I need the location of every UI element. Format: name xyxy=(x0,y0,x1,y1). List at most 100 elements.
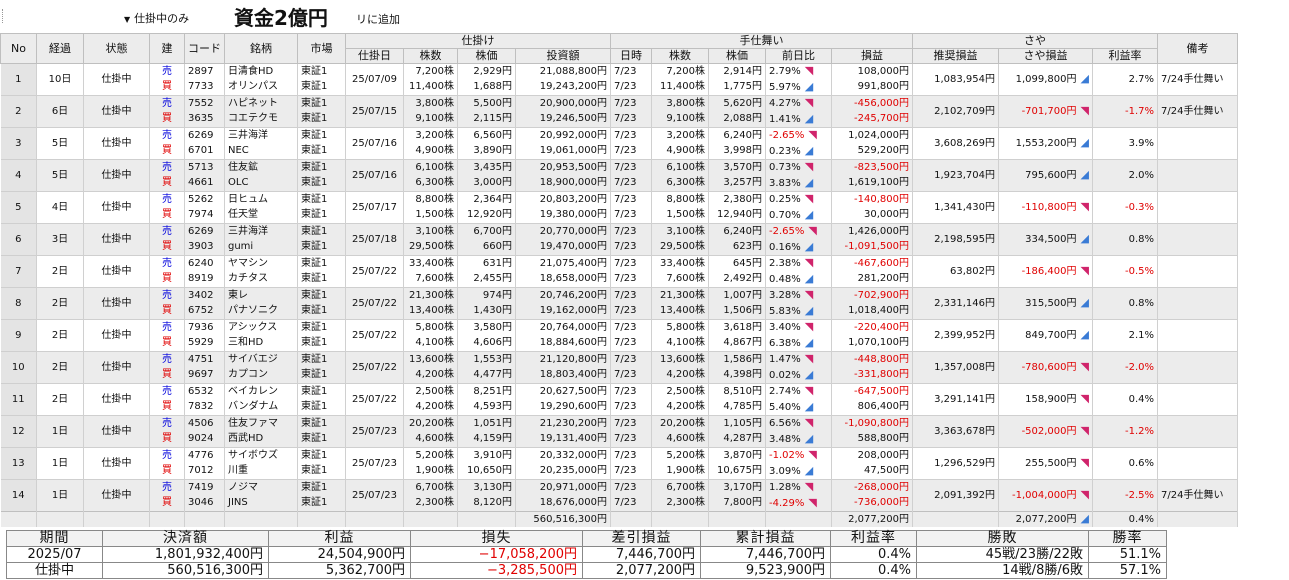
table-row[interactable]: 8 2日 仕掛中売 3402 東レ 東証1 25/07/22 21,300株 974円 20,74… xyxy=(0,287,1238,320)
spread-pnl-value: -502,000円 xyxy=(1021,426,1077,437)
cell-no: 3 xyxy=(0,127,37,160)
cell-profit-rate: -0.3% xyxy=(1092,191,1158,224)
col-pnl[interactable]: 損益 xyxy=(831,48,913,64)
col-close-shares[interactable]: 株数 xyxy=(651,48,709,64)
cell-name: ベイカレン xyxy=(224,383,298,400)
cell-close-shares: 3,800株 xyxy=(651,95,709,112)
table-row[interactable]: 10 2日 仕掛中売 4751 サイバエジ 東証1 25/07/22 13,600株 1,553… xyxy=(0,351,1238,384)
cell-side: 買 xyxy=(149,463,185,480)
col-open-date[interactable]: 仕掛日 xyxy=(345,48,404,64)
table-row[interactable]: 13 1日 仕掛中売 4776 サイボウズ 東証1 25/07/23 5,200株 3,910円… xyxy=(0,447,1238,480)
cell-pnl: 281,200円 xyxy=(831,271,913,288)
cell-amount: 20,770,000円 xyxy=(515,223,611,240)
table-row[interactable]: 11 2日 仕掛中売 6532 ベイカレン 東証1 25/07/22 2,500株 8,251円… xyxy=(0,383,1238,416)
table-row[interactable]: 6 3日 仕掛中売 6269 三井海洋 東証1 25/07/18 3,100株 6,700円 20… xyxy=(0,223,1238,256)
table-row[interactable]: 4 5日 仕掛中売 5713 住友鉱 東証1 25/07/16 6,100株 3,435円 20,… xyxy=(0,159,1238,192)
col-status[interactable]: 状態 xyxy=(83,33,150,64)
col-market[interactable]: 市場 xyxy=(297,33,346,64)
cell-spread-pnl: 849,700円 ◢ xyxy=(998,319,1093,352)
trend-up-icon: ◢ xyxy=(1080,72,1089,85)
trend-up-icon: ◢ xyxy=(804,431,814,445)
cell-code: 4751 xyxy=(184,351,225,368)
cell-price: 10,650円 xyxy=(457,463,516,480)
col-close-date[interactable]: 日時 xyxy=(610,48,652,64)
cell-shares: 13,600株 xyxy=(403,351,458,368)
col-day-change[interactable]: 前日比 xyxy=(765,48,832,64)
cell-price: 631円 xyxy=(457,255,516,272)
col-side[interactable]: 建 xyxy=(149,33,185,64)
col-spread-pnl[interactable]: さや損益 xyxy=(998,48,1093,64)
cell-profit-rate: 0.8% xyxy=(1092,287,1158,320)
cell-close-price: 3,870円 xyxy=(708,447,766,464)
cell-close-shares: 13,400株 xyxy=(651,303,709,320)
table-row[interactable]: 12 1日 仕掛中売 4506 住友ファマ 東証1 25/07/23 20,200株 1,051… xyxy=(0,415,1238,448)
cell-pnl: 47,500円 xyxy=(831,463,913,480)
cell-status: 仕掛中 xyxy=(83,479,150,512)
cell-shares: 4,200株 xyxy=(403,399,458,416)
cell-close-date: 7/23 xyxy=(610,335,652,352)
cell-open-date: 25/07/22 xyxy=(345,351,404,384)
empty-cell xyxy=(912,511,999,527)
table-row[interactable]: 1 10日 仕掛中売 2897 日清食HD 東証1 25/07/09 7,200株 2,929円… xyxy=(0,63,1238,96)
cell-rec-pnl: 2,331,146円 xyxy=(912,287,999,320)
total-pnl: 2,077,200円 xyxy=(831,511,913,527)
summary-header: 期間 xyxy=(6,530,103,547)
col-note[interactable]: 備考 xyxy=(1157,33,1238,64)
cell-market: 東証1 xyxy=(297,319,346,336)
summary-row: 2025/07 1,801,932,400円 24,504,900円 −17,058,… xyxy=(6,546,1167,563)
table-row[interactable]: 9 2日 仕掛中売 7936 アシックス 東証1 25/07/22 5,800株 3,580円 2… xyxy=(0,319,1238,352)
toolbar-grip[interactable] xyxy=(2,9,6,23)
spread-pnl-value: 334,500円 xyxy=(1025,234,1077,245)
cell-status: 仕掛中 xyxy=(83,319,150,352)
col-code[interactable]: コード xyxy=(184,33,225,64)
col-close-price[interactable]: 株価 xyxy=(708,48,766,64)
cell-close-price: 6,240円 xyxy=(708,223,766,240)
cell-note xyxy=(1157,223,1238,256)
col-elapsed[interactable]: 経過 xyxy=(36,33,84,64)
table-row[interactable]: 3 5日 仕掛中売 6269 三井海洋 東証1 25/07/16 3,200株 6,560円 20… xyxy=(0,127,1238,160)
summary-header: 利益 xyxy=(268,530,411,547)
cell-name: NEC xyxy=(224,143,298,160)
col-profit-rate[interactable]: 利益率 xyxy=(1092,48,1158,64)
cell-amount: 18,884,600円 xyxy=(515,335,611,352)
table-row[interactable]: 2 6日 仕掛中売 7552 ハピネット 東証1 25/07/15 3,800株 5,500円 2… xyxy=(0,95,1238,128)
cell-price: 5,500円 xyxy=(457,95,516,112)
filter-label: 仕掛中のみ xyxy=(134,12,190,25)
cell-day-change: 0.25% ◥ xyxy=(765,191,832,208)
table-row[interactable]: 5 4日 仕掛中売 5262 日ヒュム 東証1 25/07/17 8,800株 2,364円 20… xyxy=(0,191,1238,224)
col-rec-pnl[interactable]: 推奨損益 xyxy=(912,48,999,64)
col-amount[interactable]: 投資額 xyxy=(515,48,611,64)
cell-name: 住友鉱 xyxy=(224,159,298,176)
cell-market: 東証1 xyxy=(297,159,346,176)
spread-pnl-value: -186,400円 xyxy=(1021,266,1077,277)
cell-close-shares: 4,100株 xyxy=(651,335,709,352)
cell-pnl: 30,000円 xyxy=(831,207,913,224)
col-shares[interactable]: 株数 xyxy=(403,48,458,64)
cell-pnl: -467,600円 xyxy=(831,255,913,272)
cell-close-shares: 6,700株 xyxy=(651,479,709,496)
cell-name: 住友ファマ xyxy=(224,415,298,432)
cell-name: オリンパス xyxy=(224,79,298,96)
col-no[interactable]: No xyxy=(0,33,37,64)
summary-cell: 0.4% xyxy=(830,562,917,579)
day-change-value: 3.28% xyxy=(769,290,801,302)
table-row[interactable]: 7 2日 仕掛中売 6240 ヤマシン 東証1 25/07/22 33,400株 631円 21,… xyxy=(0,255,1238,288)
summary-header: 利益率 xyxy=(830,530,917,547)
cell-side: 買 xyxy=(149,271,185,288)
filter-dropdown[interactable]: ▼ 仕掛中のみ xyxy=(124,10,189,26)
spread-pnl-value: -780,600円 xyxy=(1021,362,1077,373)
cell-close-shares: 20,200株 xyxy=(651,415,709,432)
cell-rec-pnl: 2,091,392円 xyxy=(912,479,999,512)
col-name[interactable]: 銘柄 xyxy=(224,33,298,64)
cell-side: 買 xyxy=(149,431,185,448)
cell-code: 7832 xyxy=(184,399,225,416)
col-price[interactable]: 株価 xyxy=(457,48,516,64)
summary-cell: 7,446,700円 xyxy=(700,546,831,563)
add-to-list-button[interactable]: リに追加 xyxy=(356,11,400,27)
summary-cell: 仕掛中 xyxy=(6,562,103,579)
day-change-value: 3.48% xyxy=(769,433,801,445)
cell-price: 1,430円 xyxy=(457,303,516,320)
cell-side: 買 xyxy=(149,399,185,416)
cell-amount: 19,061,000円 xyxy=(515,143,611,160)
table-row[interactable]: 14 1日 仕掛中売 7419 ノジマ 東証1 25/07/23 6,700株 3,130円 20… xyxy=(0,479,1238,512)
